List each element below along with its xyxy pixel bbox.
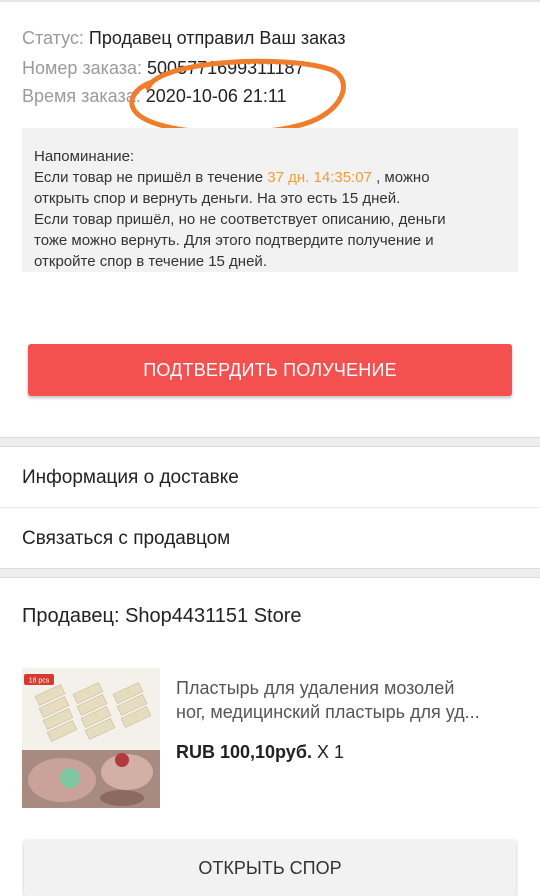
delivery-info-item[interactable]: Информация о доставке: [0, 448, 540, 508]
status-label: Статус:: [22, 28, 84, 48]
product-badge: 18 pcs: [29, 678, 50, 685]
section-divider: [0, 437, 540, 447]
reminder-line-1-tail: , можно: [371, 169, 430, 186]
status-value: Продавец отправил Ваш заказ: [88, 28, 346, 48]
reminder-box: Напоминание: Если товар не пришёл в тече…: [22, 128, 518, 272]
order-time-value: 2020-10-06 21:11: [145, 86, 287, 106]
reminder-line-4: тоже можно вернуть. Для этого подтвердит…: [34, 232, 434, 249]
order-number-label: Номер заказа:: [22, 58, 143, 78]
product-price-row: RUB 100,10руб. X 1: [176, 740, 344, 764]
product-title[interactable]: Пластырь для удаления мозолей ног, медиц…: [176, 676, 520, 724]
order-number-row: Номер заказа: 5005771699311187: [22, 56, 522, 80]
order-number-value[interactable]: 5005771699311187: [147, 58, 305, 78]
open-dispute-button[interactable]: ОТКРЫТЬ СПОР: [24, 840, 516, 896]
confirm-receipt-button[interactable]: ПОДТВЕРДИТЬ ПОЛУЧЕНИЕ: [28, 344, 512, 396]
order-time-row: Время заказа: 2020-10-06 21:11: [22, 84, 522, 108]
product-price: RUB 100,10руб.: [176, 742, 312, 762]
product-title-line-2: ног, медицинский пластырь для уд...: [176, 702, 480, 722]
list-divider: [0, 507, 540, 508]
top-divider: [0, 0, 540, 2]
product-quantity: X 1: [316, 742, 344, 762]
product-image[interactable]: 18 pcs: [22, 668, 160, 808]
order-info: Статус: Продавец отправил Ваш заказ Номе…: [22, 26, 522, 112]
reminder-title: Напоминание:: [34, 148, 135, 165]
seller-name[interactable]: Продавец: Shop4431151 Store: [22, 603, 302, 629]
status-row: Статус: Продавец отправил Ваш заказ: [22, 26, 522, 50]
product-title-line-1: Пластырь для удаления мозолей: [176, 678, 455, 698]
contact-seller-item[interactable]: Связаться с продавцом: [0, 509, 540, 569]
order-time-label: Время заказа:: [22, 86, 141, 106]
reminder-line-3: Если товар пришёл, но не соответствует о…: [34, 211, 446, 228]
countdown-timer: 37 дн. 14:35:07: [267, 169, 372, 186]
reminder-line-1: Если товар не пришёл в течение 37 дн. 14…: [34, 167, 506, 188]
reminder-line-1-text: Если товар не пришёл в течение: [34, 169, 268, 186]
section-divider: [0, 568, 540, 578]
reminder-line-5: откройте спор в течение 15 дней.: [34, 253, 267, 270]
reminder-line-2: открыть спор и вернуть деньги. На это ес…: [34, 190, 401, 207]
